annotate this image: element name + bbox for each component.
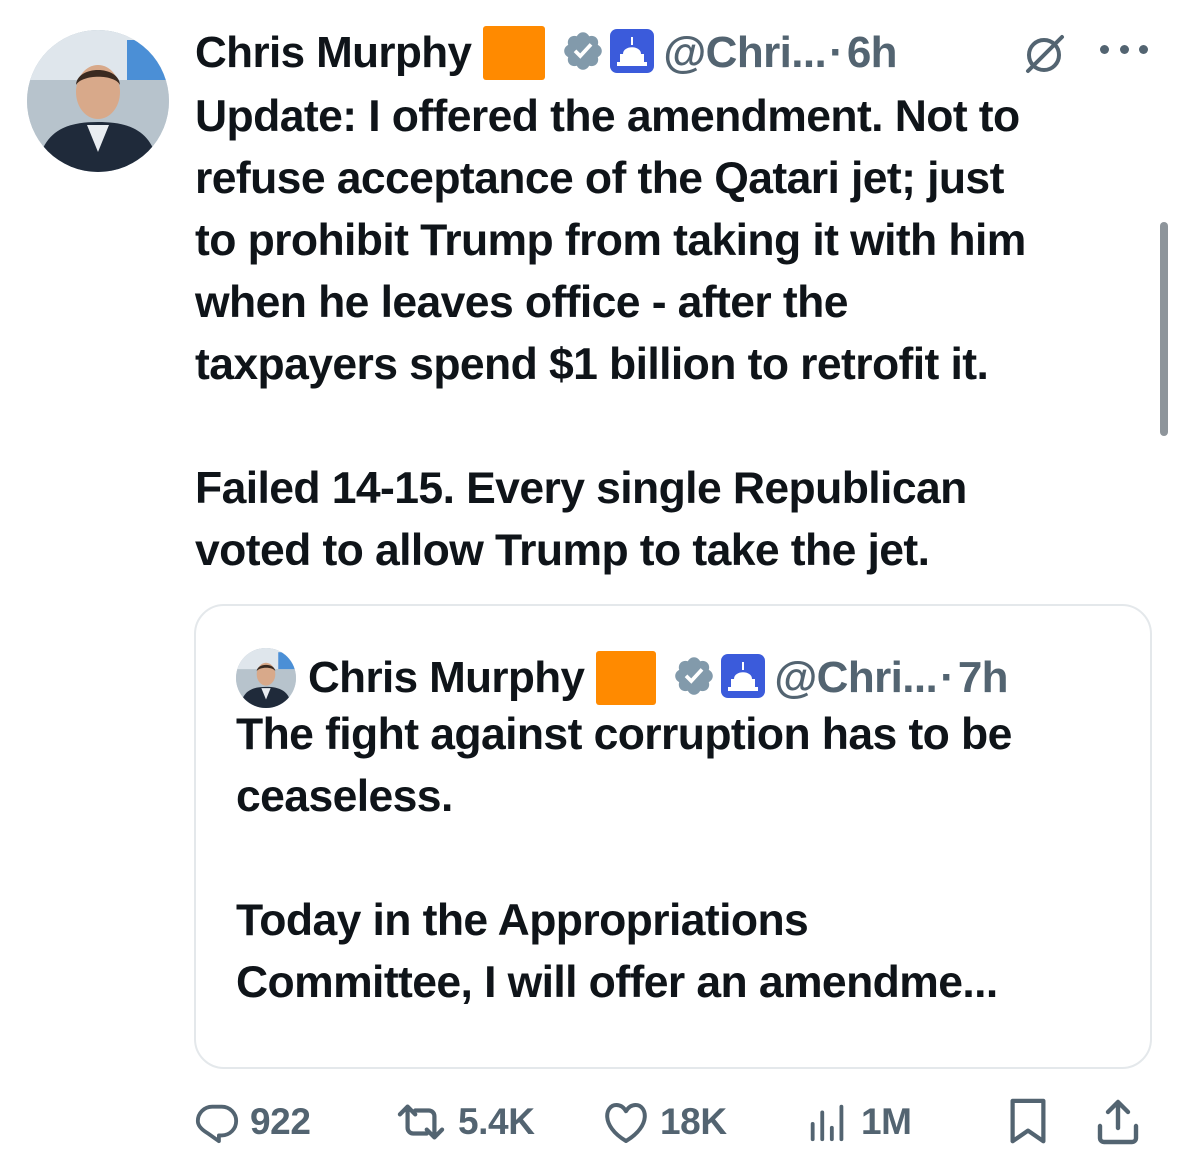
tweet-paragraph: Update: I offered the amendment. Not to … [195, 92, 1026, 389]
tweet-paragraph: Failed 14-15. Every single Republican vo… [195, 464, 967, 575]
capitol-building-icon [609, 28, 655, 79]
orange-square-emoji [596, 651, 657, 705]
avatar-photo [27, 30, 169, 172]
repost-count: 5.4K [458, 1101, 535, 1142]
more-icon[interactable] [1100, 42, 1148, 56]
quoted-tweet-paragraph: The fight against corruption has to be c… [236, 710, 1012, 821]
reply-icon [195, 1104, 239, 1144]
quoted-tweet-header: Chris Murphy @Chri... · 7h [236, 648, 1009, 708]
bookmark-button[interactable] [1006, 1092, 1050, 1152]
avatar-photo [236, 648, 296, 708]
author-handle[interactable]: @Chri... [663, 28, 826, 78]
quoted-tweet-text: The fight against corruption has to be c… [236, 704, 1126, 1014]
tweet-text: Update: I offered the amendment. Not to … [195, 86, 1155, 582]
author-avatar[interactable] [27, 30, 169, 172]
separator-dot: · [940, 653, 955, 702]
quoted-author-handle: @Chri... [774, 653, 938, 702]
quoted-author-avatar [236, 648, 296, 708]
views-button[interactable]: 1M [805, 1092, 912, 1152]
analytics-icon [810, 1104, 844, 1142]
bookmark-icon [1010, 1098, 1046, 1144]
quoted-author-name: Chris Murphy [308, 653, 585, 702]
share-button[interactable] [1096, 1092, 1140, 1152]
share-icon [1097, 1099, 1139, 1145]
reply-count: 922 [250, 1101, 311, 1142]
grok-icon[interactable] [1022, 34, 1068, 74]
tweet-timestamp[interactable]: 6h [847, 28, 898, 78]
orange-square-emoji [483, 26, 546, 80]
action-bar: 922 5.4K 18K 1M [192, 1092, 1152, 1152]
view-count: 1M [861, 1101, 912, 1142]
quoted-tweet[interactable]: Chris Murphy @Chri... · 7h The fight aga… [194, 604, 1152, 1069]
quoted-tweet-timestamp: 7h [957, 653, 1009, 702]
quoted-tweet-paragraph: Today in the Appropriations Committee, I… [236, 896, 998, 1007]
repost-icon [397, 1104, 445, 1140]
scrollbar[interactable] [1160, 222, 1168, 436]
verified-badge-icon[interactable] [561, 29, 605, 78]
reply-button[interactable]: 922 [194, 1092, 311, 1152]
separator-dot: · [829, 28, 844, 77]
tweet[interactable]: Chris Murphy @Chri... · 6h Update: I off… [0, 0, 1179, 1175]
capitol-building-icon [720, 653, 766, 704]
heart-icon [605, 1103, 647, 1143]
tweet-header: Chris Murphy @Chri... · 6h [195, 26, 898, 80]
like-button[interactable]: 18K [602, 1092, 727, 1152]
author-name[interactable]: Chris Murphy [195, 28, 472, 78]
like-count: 18K [660, 1101, 727, 1142]
repost-button[interactable]: 5.4K [394, 1092, 535, 1152]
verified-badge-icon [672, 654, 716, 703]
